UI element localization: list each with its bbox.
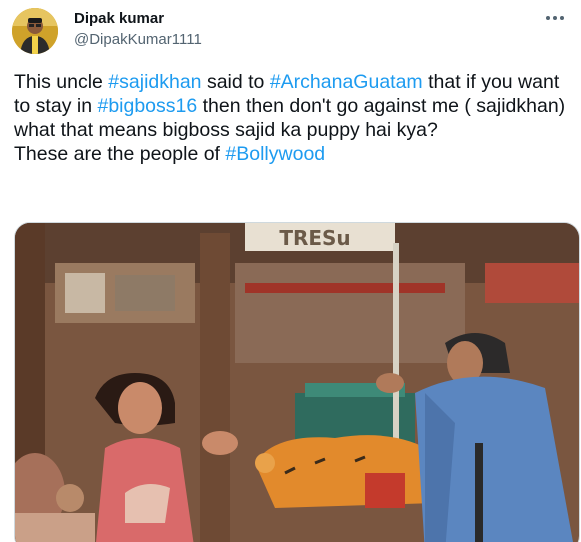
hashtag-link[interactable]: #sajidkhan	[108, 71, 201, 93]
hashtag-link[interactable]: #bigboss16	[97, 95, 197, 117]
user-avatar[interactable]	[12, 8, 58, 54]
user-handle[interactable]: @DipakKumar1111	[74, 31, 202, 49]
tweet-media-image[interactable]: TRESu	[14, 222, 580, 542]
tweet-text: This uncle #sajidkhan said to #ArchanaGu…	[14, 70, 576, 166]
tweet-text-segment: This uncle	[14, 71, 109, 93]
tweet-text-segment: said to	[201, 71, 270, 93]
more-options-icon[interactable]	[543, 8, 567, 28]
sign-text: TRESu	[279, 226, 350, 250]
hashtag-link[interactable]: #Bollywood	[225, 143, 325, 165]
display-name[interactable]: Dipak kumar	[74, 10, 164, 28]
hashtag-link[interactable]: #ArchanaGuatam	[270, 71, 423, 93]
tweet-card: Dipak kumar @DipakKumar1111 This uncle #…	[0, 0, 581, 542]
